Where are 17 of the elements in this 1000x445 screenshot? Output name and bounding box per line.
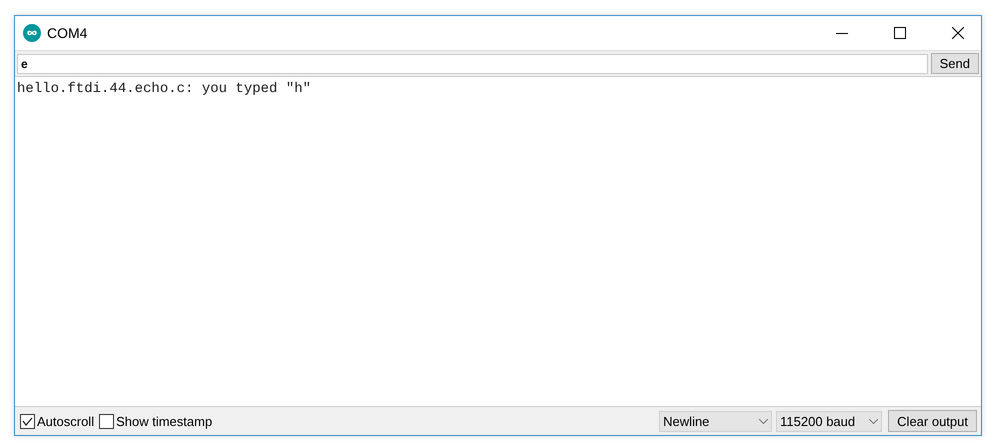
maximize-icon xyxy=(894,27,906,39)
minimize-icon xyxy=(836,32,848,34)
checkbox[interactable] xyxy=(99,414,114,428)
baud-rate-dropdown[interactable]: 115200 baud xyxy=(776,410,882,432)
checkbox-label: Show timestamp xyxy=(116,414,212,428)
message-field[interactable]: e xyxy=(17,54,928,74)
send-button[interactable]: Send xyxy=(930,53,979,74)
clear-output-button[interactable]: Clear output xyxy=(888,410,977,432)
checkbox[interactable] xyxy=(20,414,35,428)
close-icon xyxy=(952,27,964,39)
caret-icon xyxy=(759,418,768,424)
output-line: hello.ftdi.44.echo.c: you typed "h" xyxy=(17,81,312,97)
window-title: COM4 xyxy=(47,25,88,41)
infinity-logo-icon xyxy=(23,24,41,42)
caret-icon xyxy=(869,418,878,424)
line-ending-dropdown[interactable]: Newline xyxy=(659,410,772,432)
checkbox-label: Autoscroll xyxy=(37,414,94,428)
